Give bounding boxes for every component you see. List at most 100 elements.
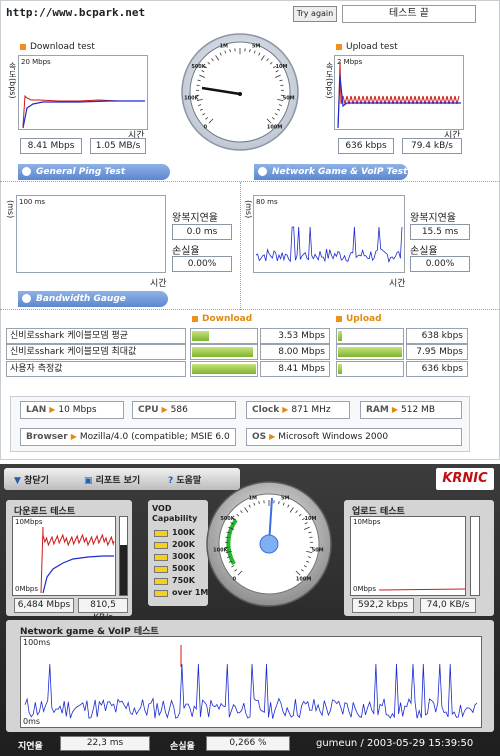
vod-item-label: over 1M bbox=[172, 588, 209, 597]
vod-indicator bbox=[154, 530, 168, 537]
ping-loss-value: 0.00% bbox=[172, 256, 232, 272]
vod-item-label: 200K bbox=[172, 540, 195, 549]
download-graph: 20 Mbps bbox=[18, 55, 148, 130]
divider-v1 bbox=[240, 182, 241, 310]
divider-h1 bbox=[0, 181, 500, 182]
netgame-rt-label: 왕복지연율 bbox=[410, 213, 456, 224]
bw-download-head: Download bbox=[192, 314, 252, 324]
bw-download-value: 8.41 Mbps bbox=[260, 361, 330, 377]
netgame-loss-label: 손실율 bbox=[410, 246, 438, 257]
upload-kbs: 79.4 kB/s bbox=[402, 138, 462, 154]
krnic-loss-label: 손실율 bbox=[170, 742, 195, 752]
gauge-tick-label: 1M bbox=[220, 44, 228, 50]
gauge-tick-label: 0 bbox=[233, 577, 237, 583]
upload-kbps: 636 kbps bbox=[338, 138, 394, 154]
gauge-tick-label: 5M bbox=[252, 44, 260, 50]
bw-download-fill bbox=[192, 347, 253, 357]
download-mbps: 8.41 Mbps bbox=[20, 138, 82, 154]
divider-h2 bbox=[0, 309, 500, 310]
help-icon: ? bbox=[168, 476, 174, 486]
bw-download-bar bbox=[190, 344, 258, 360]
bw-row-label: 신비로sshark 케이블모뎀 최대값 bbox=[6, 344, 186, 360]
vod-indicator bbox=[154, 566, 168, 573]
ram-info: RAM ▶ 512 MB bbox=[360, 401, 462, 419]
vod-item-label: 300K bbox=[172, 552, 195, 561]
bw-row-label: 신비로sshark 케이블모뎀 평균 bbox=[6, 328, 186, 344]
vod-item-label: 100K bbox=[172, 528, 195, 537]
krnic-footer: gumeun / 2003-05-29 15:39:50 bbox=[316, 738, 474, 749]
status-field: 테스트 끝 bbox=[342, 5, 476, 23]
krnic-download-trace bbox=[40, 526, 115, 594]
netgame-loss-value: 0.00% bbox=[410, 256, 470, 272]
gauge-tick-label: 500K bbox=[220, 516, 235, 522]
krnic-upload-kbps: 592,2 kbps bbox=[352, 598, 414, 613]
ping-loss-label: 손실율 bbox=[172, 246, 200, 257]
bandwidth-gauge-tab[interactable]: Bandwidth Gauge bbox=[18, 291, 168, 307]
vod-item-label: 500K bbox=[172, 564, 195, 573]
gauge-tick-label: 50M bbox=[312, 547, 324, 553]
bw-upload-bar bbox=[336, 344, 404, 360]
vod-indicator bbox=[154, 554, 168, 561]
krnic-logo: KRNIC bbox=[436, 468, 494, 490]
netgame-ylabel: (ms) bbox=[244, 200, 253, 219]
bw-upload-fill bbox=[338, 331, 342, 341]
general-ping-test-tab[interactable]: General Ping Test bbox=[18, 164, 170, 180]
bw-download-value: 3.53 Mbps bbox=[260, 328, 330, 344]
ping-xlabel: 시간 bbox=[150, 279, 167, 289]
download-trace bbox=[22, 94, 145, 129]
krnic-upload-trace bbox=[378, 588, 465, 591]
krnic-upload-graph: 10Mbps 0Mbps bbox=[350, 516, 466, 596]
krnic-net-graph: 100ms 0ms bbox=[20, 636, 482, 728]
ping-scale: 100 ms bbox=[19, 198, 46, 206]
bw-download-value: 8.00 Mbps bbox=[260, 344, 330, 360]
globe-icon bbox=[22, 167, 31, 176]
krnic-upload-level bbox=[470, 516, 480, 596]
vod-indicator bbox=[154, 542, 168, 549]
ping-graph: 100 ms bbox=[16, 195, 166, 273]
speed-gauge: 0 100K 500K 1M 5M 10M 50M 100M bbox=[181, 33, 299, 151]
gauge-tick-label: 500K bbox=[191, 64, 206, 70]
menu-report[interactable]: ▣ 리포트 보기 bbox=[84, 473, 140, 486]
bw-upload-fill bbox=[338, 347, 402, 357]
gauge-tick-label: 100M bbox=[296, 577, 311, 583]
krnic-loss-value: 0,266 % bbox=[206, 736, 290, 751]
gauge-tick-label: 100K bbox=[184, 95, 199, 101]
krnic-download-mbps: 6,484 Mbps bbox=[14, 598, 74, 613]
krnic-net-trace bbox=[24, 645, 478, 719]
menu-help[interactable]: ? 도움말 bbox=[168, 473, 201, 486]
netgame-trace bbox=[255, 226, 403, 264]
upload-title: Upload test bbox=[336, 42, 398, 52]
network-game-voip-tab[interactable]: Network Game & VoIP Test bbox=[254, 164, 408, 180]
download-title: Download test bbox=[20, 42, 95, 52]
os-info: OS ▶ Microsoft Windows 2000 bbox=[246, 428, 462, 446]
menu-close[interactable]: ▼ 창닫기 bbox=[14, 473, 49, 486]
gauge-tick-label: 100K bbox=[213, 547, 228, 553]
krnic-download-graph: 10Mbps 0Mbps bbox=[12, 516, 116, 596]
gauge-tick-label: 50M bbox=[283, 95, 295, 101]
lan-info: LAN ▶ 10 Mbps bbox=[20, 401, 124, 419]
bw-upload-value: 636 kbps bbox=[406, 361, 468, 377]
bw-upload-value: 7.95 Mbps bbox=[406, 344, 468, 360]
ping-rt-value: 0.0 ms bbox=[172, 224, 232, 240]
bw-upload-bar bbox=[336, 361, 404, 377]
krnic-download-kbs: 810,5 KB/s bbox=[78, 598, 128, 623]
ping-ylabel: (ms) bbox=[6, 200, 15, 219]
bw-download-fill bbox=[192, 364, 256, 374]
globe-icon bbox=[22, 294, 31, 303]
bw-download-bar bbox=[190, 361, 258, 377]
gauge-tick-label: 5M bbox=[281, 496, 289, 502]
gauge-tick-label: 0 bbox=[204, 125, 208, 131]
vod-indicator bbox=[154, 590, 168, 597]
vod-title: VOD Capability bbox=[152, 504, 198, 523]
bw-upload-value: 638 kbps bbox=[406, 328, 468, 344]
clock-info: Clock ▶ 871 MHz bbox=[246, 401, 350, 419]
report-icon: ▣ bbox=[84, 476, 93, 486]
krnic-latency-label: 지연율 bbox=[18, 742, 43, 752]
bw-upload-fill bbox=[338, 364, 342, 374]
netgame-graph: 80 ms bbox=[253, 195, 405, 273]
upload-graph: 2 Mbps bbox=[334, 55, 464, 130]
browser-info: Browser ▶ Mozilla/4.0 (compatible; MSIE 6.… bbox=[20, 428, 236, 446]
try-again-button[interactable]: Try again bbox=[293, 6, 337, 22]
krnic-upload-kbs: 74,0 KB/s bbox=[420, 598, 476, 613]
bw-upload-head: Upload bbox=[336, 314, 382, 324]
